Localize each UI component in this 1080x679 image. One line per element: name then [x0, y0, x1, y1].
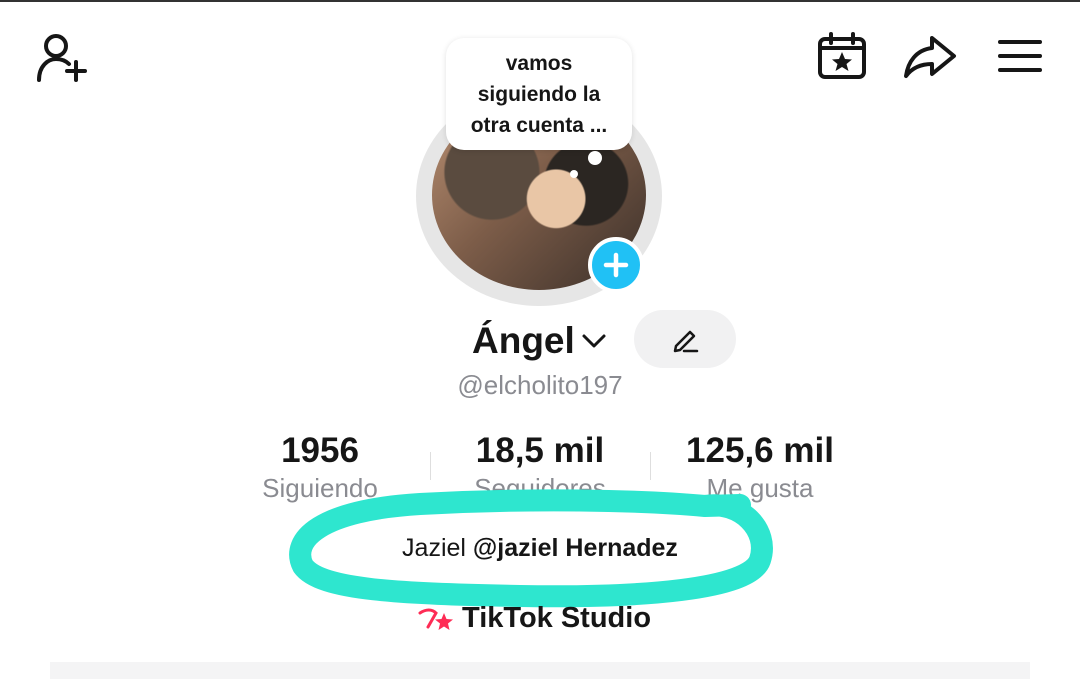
note-bubble-tail: [570, 170, 578, 178]
share-button[interactable]: [898, 28, 962, 84]
hamburger-menu-icon: [998, 40, 1042, 72]
stat-divider: [650, 452, 651, 480]
chevron-down-icon: [582, 334, 606, 348]
studio-sparkle-icon: [418, 608, 453, 630]
note-bubble-tail: [588, 151, 602, 165]
pencil-icon: [673, 330, 699, 353]
plus-icon: [603, 252, 629, 278]
bio-mention-link[interactable]: @jaziel Hernadez: [473, 534, 678, 562]
followers-stat[interactable]: 18,5 mil Seguidores: [450, 430, 630, 504]
top-edge-line: [0, 0, 1080, 2]
followers-label: Seguidores: [474, 473, 606, 503]
stat-divider: [430, 452, 431, 480]
add-story-button[interactable]: [588, 237, 644, 293]
note-line: siguiendo la: [477, 82, 601, 106]
tiktok-studio-link[interactable]: TikTok Studio: [416, 598, 651, 638]
following-label: Siguiendo: [262, 473, 378, 503]
note-line: otra cuenta ...: [470, 113, 608, 137]
display-name: Ángel: [472, 320, 575, 361]
note-line: vamos: [505, 51, 573, 75]
following-stat[interactable]: 1956 Siguiendo: [240, 430, 400, 504]
calendar-button[interactable]: [812, 28, 872, 84]
followers-count: 18,5 mil: [475, 431, 605, 470]
bio-name: Jaziel: [402, 534, 466, 562]
section-divider: [50, 662, 1030, 679]
likes-label: Me gusta: [706, 473, 814, 503]
menu-button[interactable]: [988, 28, 1052, 84]
share-arrow-icon: [904, 36, 956, 78]
following-count: 1956: [281, 431, 359, 470]
profile-bio: Jaziel @jaziel Hernadez: [300, 530, 780, 566]
studio-label: TikTok Studio: [462, 601, 652, 634]
likes-stat[interactable]: 125,6 mil Me gusta: [662, 430, 858, 504]
edit-profile-button[interactable]: [634, 310, 736, 368]
account-switcher[interactable]: Ángel: [472, 318, 609, 364]
likes-count: 125,6 mil: [686, 431, 834, 470]
add-friend-button[interactable]: [32, 30, 92, 86]
note-bubble[interactable]: vamos siguiendo la otra cuenta ...: [446, 38, 632, 150]
username-handle: @elcholito197: [457, 370, 623, 400]
person-plus-icon: [37, 34, 87, 82]
calendar-star-icon: [818, 32, 866, 79]
